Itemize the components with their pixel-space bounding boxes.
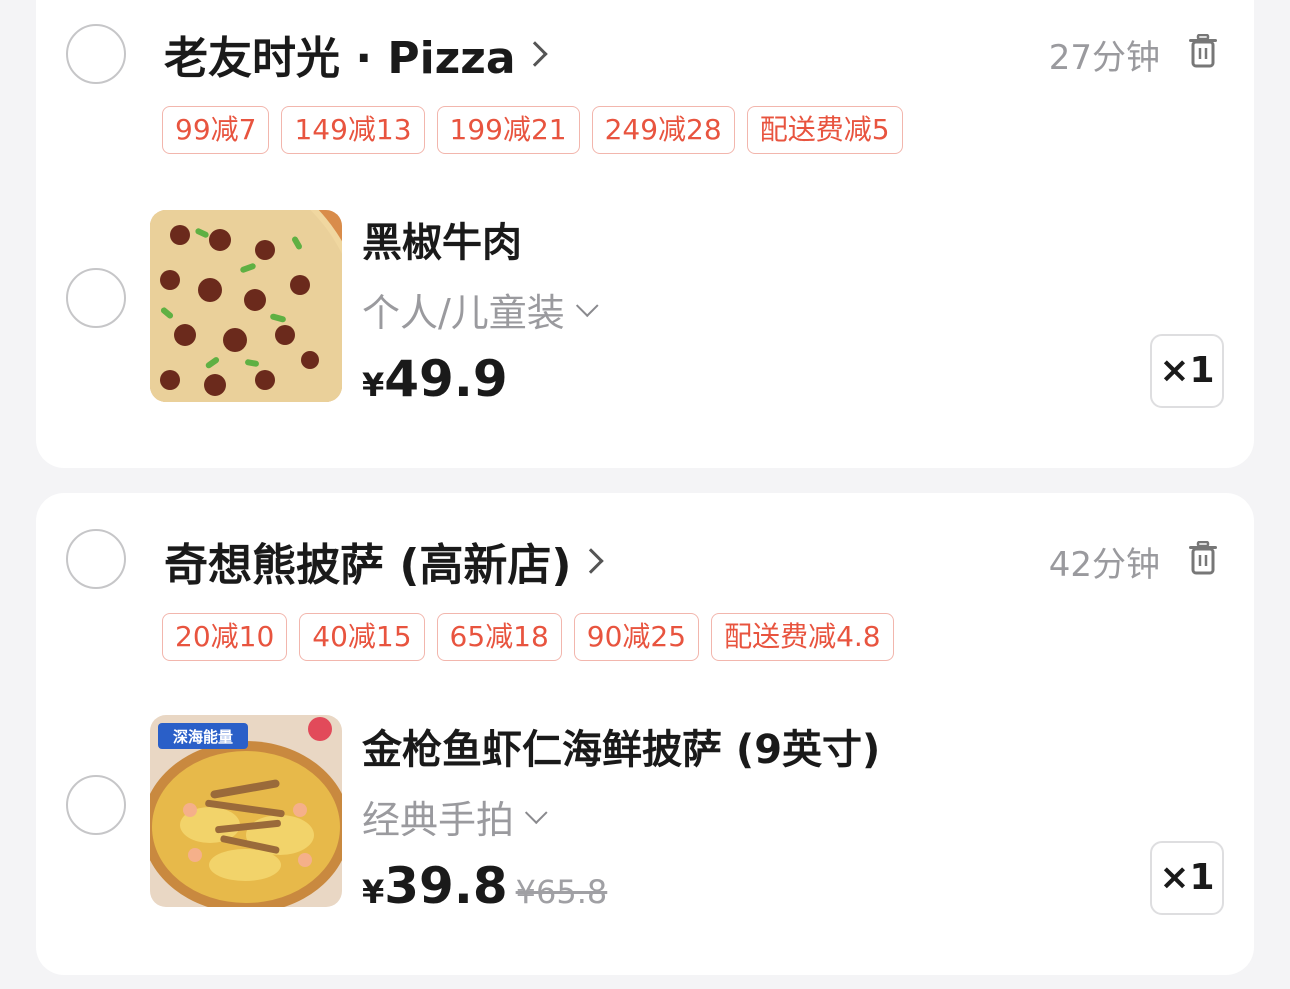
item-spec-select[interactable]: 经典手拍 bbox=[362, 789, 548, 844]
store-select-radio[interactable] bbox=[66, 24, 126, 84]
promo-tag: 149减13 bbox=[281, 106, 425, 154]
chevron-right-icon bbox=[577, 548, 604, 574]
promo-tag: 199减21 bbox=[436, 106, 580, 154]
promo-tag: 90减25 bbox=[573, 613, 700, 661]
item-price-row: ¥ 49.9 bbox=[362, 350, 508, 408]
quantity-button[interactable]: ×1 bbox=[1150, 841, 1224, 915]
item-select-radio[interactable] bbox=[66, 268, 126, 328]
item-title: 黑椒牛肉 bbox=[362, 220, 522, 266]
promo-tag: 配送费减4.8 bbox=[711, 613, 894, 661]
trash-icon[interactable] bbox=[1188, 34, 1218, 68]
original-price: ¥65.8 bbox=[515, 873, 608, 911]
currency-symbol: ¥ bbox=[362, 873, 385, 911]
store-select-radio[interactable] bbox=[66, 529, 126, 589]
promo-tag: 20减10 bbox=[162, 613, 288, 661]
promo-tag: 40减15 bbox=[299, 613, 425, 661]
item-thumbnail[interactable]: 深海能量 bbox=[150, 715, 342, 907]
store-name-link[interactable]: 老友时光 · Pizza bbox=[164, 22, 548, 86]
store-name: 奇想熊披萨 (高新店) bbox=[164, 540, 572, 591]
chevron-down-icon bbox=[575, 293, 599, 317]
item-thumbnail[interactable] bbox=[150, 210, 342, 402]
delivery-eta: 27分钟 bbox=[1048, 38, 1160, 78]
item-select-radio[interactable] bbox=[66, 775, 126, 835]
pizza-image bbox=[150, 210, 342, 402]
promo-tag: 249减28 bbox=[591, 106, 735, 154]
promo-tag: 配送费减5 bbox=[746, 106, 903, 154]
item-price-row: ¥ 39.8 ¥65.8 bbox=[362, 857, 607, 915]
item-title: 金枪鱼虾仁海鲜披萨 (9英寸) bbox=[362, 727, 881, 773]
item-spec-select[interactable]: 个人/儿童装 bbox=[362, 282, 599, 337]
item-spec-label: 个人/儿童装 bbox=[362, 291, 565, 335]
currency-symbol: ¥ bbox=[362, 366, 385, 404]
item-spec-label: 经典手拍 bbox=[362, 798, 515, 842]
promo-tags: 20减10 40减15 65减18 90减25 配送费减4.8 bbox=[162, 613, 894, 661]
promo-tags: 99减7 149减13 199减21 249减28 配送费减5 bbox=[162, 106, 903, 154]
image-badge-text: 深海能量 bbox=[173, 728, 233, 746]
pizza-image: 深海能量 bbox=[150, 715, 342, 907]
promo-tag: 99减7 bbox=[162, 106, 270, 154]
delivery-eta: 42分钟 bbox=[1048, 545, 1160, 585]
quantity-button[interactable]: ×1 bbox=[1150, 334, 1224, 408]
item-price: 39.8 bbox=[384, 857, 508, 915]
store-card: 老友时光 · Pizza 27分钟 99减7 149减13 199减21 249… bbox=[36, 0, 1254, 468]
promo-tag: 65减18 bbox=[436, 613, 562, 661]
trash-icon[interactable] bbox=[1188, 541, 1218, 575]
store-name-link[interactable]: 奇想熊披萨 (高新店) bbox=[164, 529, 604, 593]
store-name: 老友时光 · Pizza bbox=[164, 33, 516, 84]
store-card: 奇想熊披萨 (高新店) 42分钟 20减10 40减15 65减18 90减25… bbox=[36, 493, 1254, 975]
chevron-down-icon bbox=[524, 800, 548, 824]
item-price: 49.9 bbox=[384, 350, 508, 408]
chevron-right-icon bbox=[521, 41, 548, 67]
